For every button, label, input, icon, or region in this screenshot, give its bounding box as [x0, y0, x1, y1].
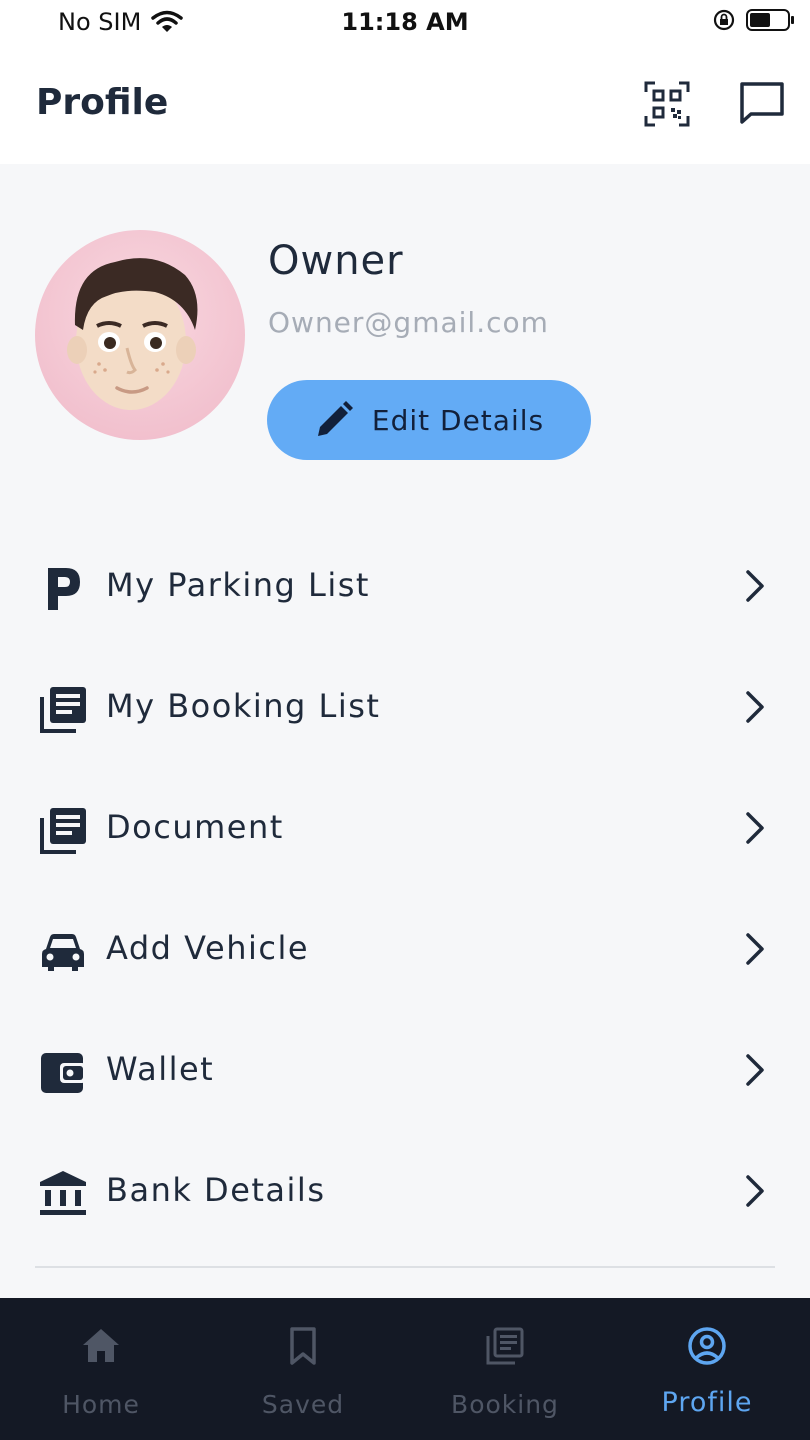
bookmark-icon	[290, 1327, 316, 1365]
qr-code-icon[interactable]	[643, 80, 691, 128]
bottom-tab-bar: Home Saved Booking Profile	[0, 1298, 810, 1440]
wallet-icon	[41, 1053, 86, 1093]
profile-section: Owner Owner@gmail.com Edit Details	[0, 164, 810, 494]
tab-booking[interactable]: Booking	[404, 1298, 606, 1440]
tab-profile[interactable]: Profile	[606, 1298, 808, 1440]
profile-icon	[688, 1327, 726, 1365]
tab-label: Booking	[451, 1390, 559, 1419]
chevron-right-icon	[746, 1175, 764, 1207]
list-icon	[40, 687, 86, 733]
car-icon	[42, 934, 84, 971]
clock: 11:18 AM	[341, 8, 469, 36]
tab-label: Saved	[261, 1390, 345, 1419]
divider	[35, 1266, 775, 1268]
orientation-lock-icon	[713, 9, 735, 31]
avatar-memoji-icon	[67, 258, 198, 410]
status-bar: No SIM 11:18 AM	[0, 0, 810, 44]
bank-icon	[40, 1171, 86, 1215]
tab-saved[interactable]: Saved	[202, 1298, 404, 1440]
menu-item-label: Document	[106, 808, 284, 846]
menu-item-document[interactable]: Document	[0, 768, 810, 889]
chevron-right-icon	[746, 933, 764, 965]
chat-icon[interactable]	[738, 80, 786, 128]
menu-item-wallet[interactable]: Wallet	[0, 1010, 810, 1131]
menu-item-parking-list[interactable]: My Parking List	[0, 526, 810, 647]
booking-icon	[486, 1327, 524, 1365]
profile-email: Owner@gmail.com	[268, 306, 549, 339]
status-icons	[712, 8, 796, 32]
chevron-right-icon	[746, 691, 764, 723]
battery-icon	[746, 9, 794, 31]
tab-home[interactable]: Home	[0, 1298, 202, 1440]
chevron-right-icon	[746, 1054, 764, 1086]
home-icon	[83, 1329, 119, 1362]
document-icon	[40, 808, 86, 854]
tab-label: Profile	[661, 1387, 753, 1418]
menu-item-label: Wallet	[106, 1050, 215, 1088]
page-title: Profile	[36, 82, 169, 123]
edit-details-label: Edit Details	[371, 403, 545, 437]
pencil-icon	[317, 401, 353, 436]
menu-item-label: Bank Details	[106, 1171, 326, 1209]
edit-details-button[interactable]: Edit Details	[267, 380, 591, 460]
menu-item-booking-list[interactable]: My Booking List	[0, 647, 810, 768]
menu-item-bank-details[interactable]: Bank Details	[0, 1131, 810, 1252]
profile-name: Owner	[268, 238, 404, 284]
menu-item-label: My Parking List	[106, 566, 370, 604]
tab-label: Home	[62, 1390, 140, 1419]
chevron-right-icon	[746, 812, 764, 844]
menu-item-add-vehicle[interactable]: Add Vehicle	[0, 889, 810, 1010]
avatar	[35, 230, 245, 440]
chevron-right-icon	[746, 570, 764, 602]
profile-menu: My Parking List My Booking List Document…	[0, 526, 810, 1252]
menu-item-label: My Booking List	[106, 687, 381, 725]
parking-icon	[48, 568, 80, 610]
menu-item-label: Add Vehicle	[106, 929, 310, 967]
app-header: Profile	[0, 44, 810, 164]
